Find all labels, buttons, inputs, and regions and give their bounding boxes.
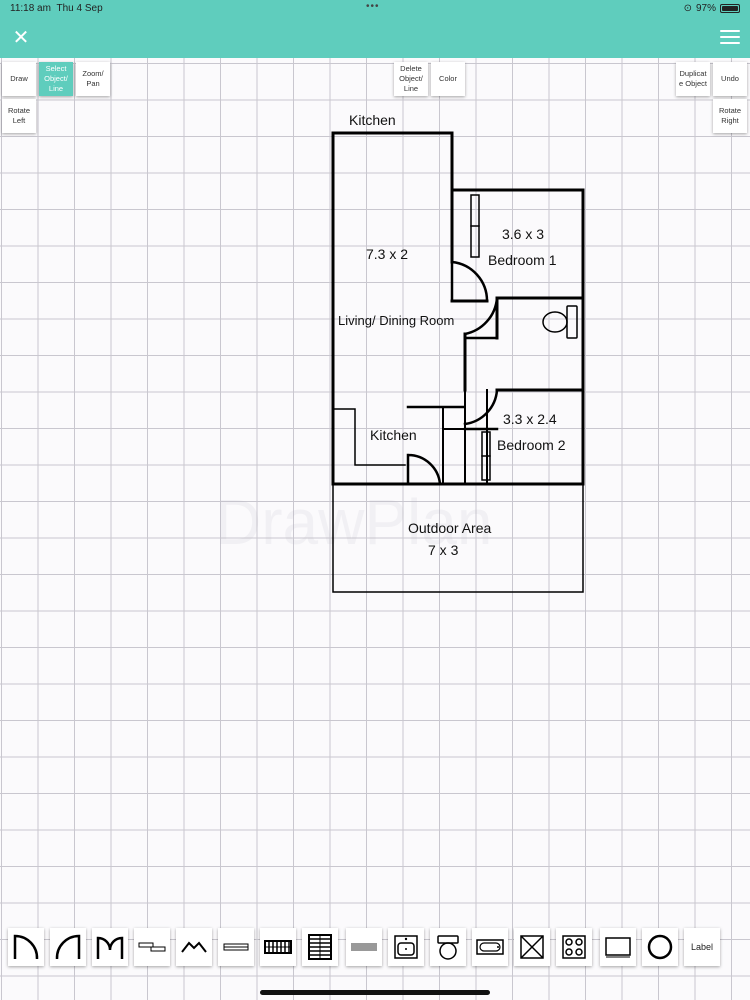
color-button[interactable]: Color [431, 62, 465, 96]
status-time: 11:18 am Thu 4 Sep [10, 3, 103, 14]
room-size-living[interactable]: 7.3 x 2 [366, 246, 408, 262]
multitask-dots[interactable]: ••• [366, 1, 380, 12]
home-indicator[interactable] [260, 990, 490, 995]
battery-text: 97% [695, 3, 716, 14]
toilet-icon[interactable] [430, 928, 466, 966]
double-door-icon[interactable] [92, 928, 128, 966]
bathtub-icon[interactable] [472, 928, 508, 966]
wall-block-icon[interactable] [346, 928, 382, 966]
room-label-kitchen-top[interactable]: Kitchen [349, 112, 396, 128]
stairs-horizontal-icon[interactable] [260, 928, 296, 966]
sink-icon[interactable] [388, 928, 424, 966]
select-object-line-button[interactable]: Select Object/ Line [39, 62, 73, 96]
room-size-bedroom2[interactable]: 3.3 x 2.4 [503, 411, 557, 427]
battery-icon [720, 4, 740, 13]
undo-button[interactable]: Undo [713, 62, 747, 96]
duplicate-object-button[interactable]: Duplicat e Object [676, 62, 710, 96]
room-label-bedroom1[interactable]: Bedroom 1 [488, 252, 556, 268]
door-icon-svg [13, 934, 39, 960]
stove-icon[interactable] [556, 928, 592, 966]
door-swing-icon[interactable] [50, 928, 86, 966]
stairs-vertical-icon[interactable] [302, 928, 338, 966]
tv-icon[interactable] [600, 928, 636, 966]
room-label-outdoor[interactable]: Outdoor Area [408, 520, 491, 536]
zoom-pan-button[interactable]: Zoom/ Pan [76, 62, 110, 96]
crossed-box-icon[interactable] [514, 928, 550, 966]
room-size-outdoor[interactable]: 7 x 3 [428, 542, 458, 558]
sliding-door-icon[interactable] [134, 928, 170, 966]
bay-window-icon[interactable] [176, 928, 212, 966]
top-bar: 11:18 am Thu 4 Sep ••• ⊙ 97% ✕ [0, 0, 750, 58]
circle-icon[interactable] [642, 928, 678, 966]
label-button[interactable]: Label [684, 928, 720, 966]
room-label-kitchen-lower[interactable]: Kitchen [370, 427, 417, 443]
status-right: ⊙ 97% [684, 3, 740, 14]
close-icon[interactable]: ✕ [10, 27, 32, 49]
label-button-text: Label [690, 942, 714, 952]
room-label-living[interactable]: Living/ Dining Room [338, 313, 454, 328]
orientation-lock-icon: ⊙ [683, 3, 692, 14]
delete-object-line-button[interactable]: Delete Object/ Line [394, 62, 428, 96]
rotate-left-button[interactable]: Rotate Left [2, 99, 36, 133]
room-size-bedroom1[interactable]: 3.6 x 3 [502, 226, 544, 242]
rotate-right-button[interactable]: Rotate Right [713, 99, 747, 133]
window-icon[interactable] [218, 928, 254, 966]
hamburger-menu-icon[interactable] [720, 30, 740, 46]
room-label-bedroom2[interactable]: Bedroom 2 [497, 437, 565, 453]
draw-button[interactable]: Draw [2, 62, 36, 96]
door-icon[interactable] [8, 928, 44, 966]
